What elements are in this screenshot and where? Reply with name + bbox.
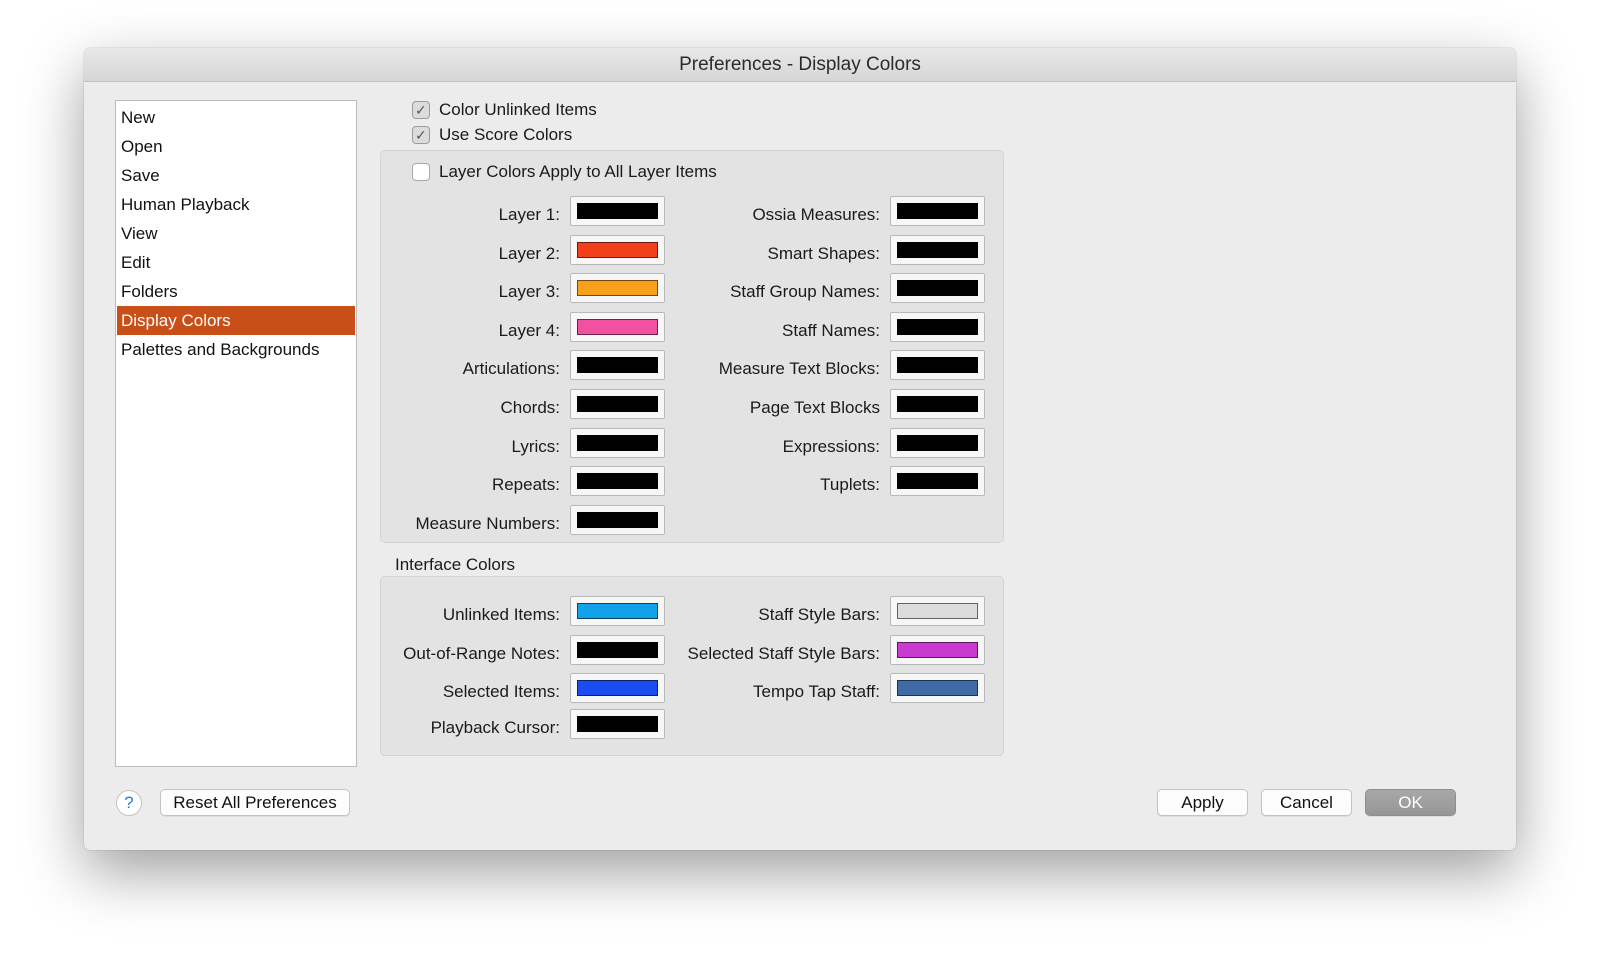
score-tuplets-label: Tuplets: (820, 475, 880, 495)
score-repeats-color-fill (577, 473, 658, 490)
score-smart-shapes-label: Smart Shapes: (767, 243, 880, 263)
score-measure-text-blocks-color-well[interactable] (890, 350, 985, 381)
sidebar-item-view[interactable]: View (117, 219, 355, 248)
interface-selected-staff-style-bars-color-well[interactable] (890, 634, 985, 665)
score-layer-4-color-well[interactable] (570, 311, 665, 342)
color-unlinked-label: Color Unlinked Items (439, 100, 597, 119)
score-articulations-label: Articulations: (462, 359, 560, 379)
score-chords-label: Chords: (500, 398, 560, 417)
score-smart-shapes-color-well[interactable] (890, 234, 985, 265)
interface-selected-items-label: Selected Items: (442, 682, 560, 701)
reset-all-preferences-button[interactable]: Reset All Preferences (160, 789, 350, 816)
score-lyrics-color-fill (577, 434, 658, 451)
score-staff-group-names-color-fill (897, 280, 978, 297)
sidebar-item-folders[interactable]: Folders (117, 277, 355, 306)
help-icon[interactable]: ? (116, 790, 142, 816)
interface-out-of-range-notes-label: Out-of-Range Notes: (403, 643, 560, 663)
sidebar-item-edit[interactable]: Edit (117, 248, 355, 277)
interface-selected-staff-style-bars-color-fill (897, 641, 978, 658)
ok-button[interactable]: OK (1365, 789, 1456, 816)
score-page-text-blocks-color-fill (897, 396, 978, 412)
interface-playback-cursor-color-fill (577, 715, 658, 732)
score-expressions-label: Expressions: (782, 436, 880, 456)
score-chords-color-fill (577, 396, 658, 412)
interface-staff-style-bars-label: Staff Style Bars: (758, 605, 880, 624)
use-score-colors-checkbox[interactable] (412, 126, 430, 144)
score-measure-numbers-color-well[interactable] (570, 504, 665, 535)
interface-tempo-tap-staff-label: Tempo Tap Staff: (753, 682, 880, 701)
score-layer-2-color-well[interactable] (570, 234, 665, 265)
sidebar-item-new[interactable]: New (117, 103, 355, 132)
score-chords-color-well[interactable] (570, 389, 665, 419)
score-layer-1-label: Layer 1: (498, 205, 560, 224)
score-measure-numbers-label: Measure Numbers: (415, 513, 560, 533)
interface-colors-title: Interface Colors (395, 555, 515, 574)
score-ossia-measures-label: Ossia Measures: (752, 205, 880, 224)
score-measure-text-blocks-label: Measure Text Blocks: (718, 359, 880, 379)
score-smart-shapes-color-fill (897, 241, 978, 258)
score-measure-numbers-color-fill (577, 511, 658, 528)
preferences-window: Preferences - Display Colors New Open Sa… (84, 48, 1516, 850)
layer-colors-all-checkbox[interactable] (412, 163, 430, 181)
score-layer-3-color-well[interactable] (570, 273, 665, 304)
cancel-button[interactable]: Cancel (1261, 789, 1352, 816)
color-unlinked-option[interactable]: Color Unlinked Items (412, 99, 597, 121)
score-tuplets-color-fill (897, 473, 978, 490)
score-lyrics-label: Lyrics: (511, 436, 561, 456)
sidebar-item-palettes-backgrounds[interactable]: Palettes and Backgrounds (117, 335, 355, 364)
layer-colors-all-label: Layer Colors Apply to All Layer Items (439, 162, 717, 181)
score-page-text-blocks-label: Page Text Blocks (749, 398, 880, 417)
score-articulations-color-well[interactable] (570, 350, 665, 381)
sidebar-item-display-colors[interactable]: Display Colors (117, 306, 355, 335)
category-list[interactable]: New Open Save Human Playback View Edit F… (115, 100, 357, 767)
score-layer-2-color-fill (577, 241, 658, 258)
score-layer-1-color-well[interactable] (570, 196, 665, 226)
score-expressions-color-well[interactable] (890, 427, 985, 458)
score-staff-names-label: Staff Names: (782, 320, 880, 340)
use-score-colors-option[interactable]: Use Score Colors (412, 124, 572, 146)
score-ossia-measures-color-well[interactable] (890, 196, 985, 226)
interface-playback-cursor-label: Playback Cursor: (430, 717, 560, 737)
color-unlinked-checkbox[interactable] (412, 101, 430, 119)
interface-staff-style-bars-color-fill (897, 603, 978, 619)
score-measure-text-blocks-color-fill (897, 357, 978, 374)
score-layer-1-color-fill (577, 203, 658, 219)
score-lyrics-color-well[interactable] (570, 427, 665, 458)
interface-selected-items-color-fill (577, 680, 658, 696)
score-staff-names-color-well[interactable] (890, 311, 985, 342)
sidebar-item-human-playback[interactable]: Human Playback (117, 190, 355, 219)
score-layer-3-color-fill (577, 280, 658, 297)
interface-tempo-tap-staff-color-fill (897, 680, 978, 696)
use-score-colors-label: Use Score Colors (439, 125, 573, 144)
interface-staff-style-bars-color-well[interactable] (890, 596, 985, 626)
score-expressions-color-fill (897, 434, 978, 451)
interface-tempo-tap-staff-color-well[interactable] (890, 673, 985, 703)
sidebar-item-save[interactable]: Save (117, 161, 355, 190)
score-repeats-label: Repeats: (491, 475, 560, 495)
interface-out-of-range-notes-color-fill (577, 641, 658, 658)
interface-selected-items-color-well[interactable] (570, 673, 665, 703)
interface-selected-staff-style-bars-label: Selected Staff Style Bars: (687, 643, 880, 663)
window-title: Preferences - Display Colors (84, 48, 1516, 82)
score-staff-group-names-label: Staff Group Names: (730, 282, 880, 302)
interface-unlinked-items-color-fill (577, 603, 658, 619)
interface-unlinked-items-label: Unlinked Items: (442, 605, 560, 624)
score-layer-2-label: Layer 2: (498, 243, 560, 263)
score-tuplets-color-well[interactable] (890, 466, 985, 497)
score-layer-4-label: Layer 4: (498, 320, 560, 340)
apply-button[interactable]: Apply (1157, 789, 1248, 816)
layer-colors-all-option[interactable]: Layer Colors Apply to All Layer Items (412, 161, 717, 183)
sidebar-item-open[interactable]: Open (117, 132, 355, 161)
interface-out-of-range-notes-color-well[interactable] (570, 634, 665, 665)
interface-unlinked-items-color-well[interactable] (570, 596, 665, 626)
score-staff-names-color-fill (897, 318, 978, 335)
score-repeats-color-well[interactable] (570, 466, 665, 497)
score-page-text-blocks-color-well[interactable] (890, 389, 985, 419)
score-layer-3-label: Layer 3: (498, 282, 560, 302)
score-ossia-measures-color-fill (897, 203, 978, 219)
score-layer-4-color-fill (577, 318, 658, 335)
score-staff-group-names-color-well[interactable] (890, 273, 985, 304)
interface-playback-cursor-color-well[interactable] (570, 708, 665, 739)
score-articulations-color-fill (577, 357, 658, 374)
